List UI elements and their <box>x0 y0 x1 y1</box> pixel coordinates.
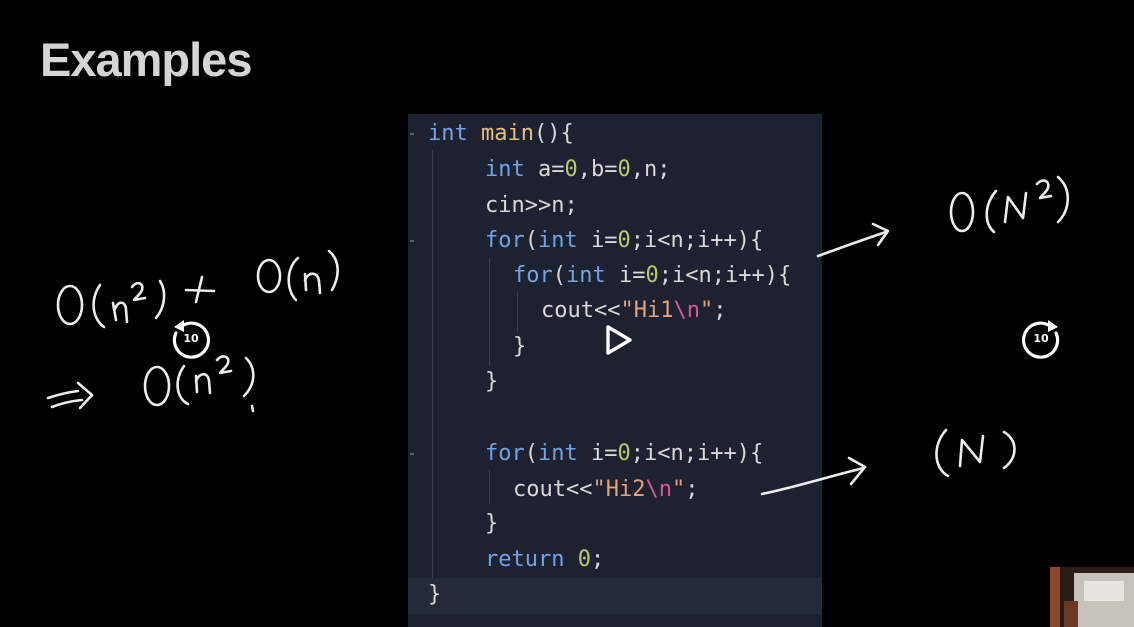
ink-n <box>935 428 1016 478</box>
ink-arrows <box>760 222 890 496</box>
ink-big-o-n-squared-plus-n <box>56 249 339 329</box>
webcam-object <box>1064 601 1078 627</box>
webcam-frame-inner <box>1084 581 1124 601</box>
handwritten-annotations <box>46 175 1070 496</box>
rewind-seconds-label: 10 <box>183 332 199 345</box>
rewind-10-button[interactable]: 10 <box>168 317 214 363</box>
forward-seconds-label: 10 <box>1033 332 1049 345</box>
ink-implies-big-o-n-squared <box>46 355 255 413</box>
presenter-webcam-thumbnail <box>1050 567 1134 627</box>
forward-10-button[interactable]: 10 <box>1018 317 1064 363</box>
play-button[interactable] <box>602 323 636 357</box>
webcam-shelf <box>1050 567 1060 627</box>
play-icon <box>606 325 632 355</box>
ink-big-o-n-squared-right <box>949 175 1070 234</box>
